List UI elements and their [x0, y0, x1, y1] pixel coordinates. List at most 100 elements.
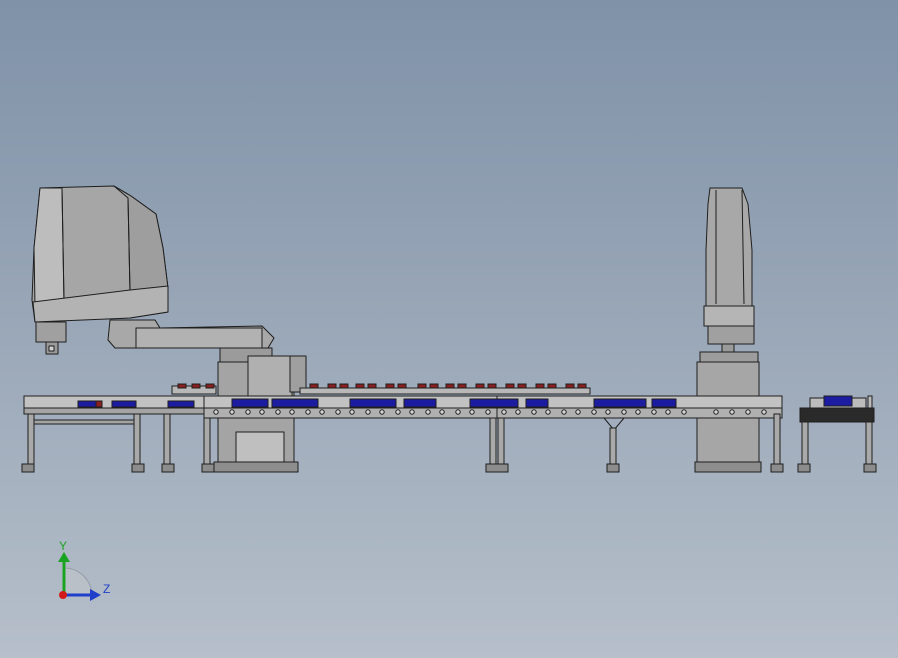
- z-axis-arrowhead: [90, 589, 101, 601]
- workpiece: [339, 383, 349, 389]
- conveyor-foot: [161, 463, 175, 473]
- conveyor-cross-bar: [29, 419, 139, 425]
- bolt-hole: [575, 409, 581, 415]
- bolt-hole: [591, 409, 597, 415]
- bolt-hole: [409, 409, 415, 415]
- workpiece: [525, 398, 549, 408]
- robot-end-effector-bolt: [48, 345, 55, 352]
- workpiece: [177, 383, 187, 389]
- workpiece: [77, 400, 97, 408]
- robot-shoulder-joint: [699, 351, 759, 363]
- workpiece: [397, 383, 407, 389]
- conveyor-foot: [485, 463, 509, 473]
- bolt-hole: [545, 409, 551, 415]
- conveyor-leg: [865, 421, 873, 465]
- bolt-hole: [485, 409, 491, 415]
- bolt-hole: [681, 409, 687, 415]
- bolt-hole: [651, 409, 657, 415]
- conveyor-leg: [497, 417, 505, 465]
- workpiece: [205, 383, 215, 389]
- workpiece: [111, 400, 137, 408]
- workpiece: [349, 398, 397, 408]
- y-axis-label: Y: [59, 539, 67, 553]
- workpiece: [95, 400, 103, 408]
- bolt-hole: [229, 409, 235, 415]
- workpiece: [517, 383, 527, 389]
- workpiece: [403, 398, 437, 408]
- triad-plane-arc: [63, 567, 93, 596]
- conveyor-foot: [863, 463, 877, 473]
- workpiece: [547, 383, 557, 389]
- workpiece: [355, 383, 365, 389]
- coordinate-triad: Y Z: [58, 539, 110, 601]
- tray-workpieces: [309, 383, 587, 389]
- triad-origin: [59, 591, 67, 599]
- bolt-hole: [319, 409, 325, 415]
- z-axis-label: Z: [103, 582, 110, 596]
- scara-robot-right[interactable]: [694, 187, 762, 473]
- y-axis-arrowhead: [58, 552, 70, 562]
- bolt-hole: [305, 409, 311, 415]
- workpiece: [367, 383, 377, 389]
- conveyor-foot: [770, 463, 784, 473]
- bolt-hole: [379, 409, 385, 415]
- bolt-hole: [605, 409, 611, 415]
- workpiece: [309, 383, 319, 389]
- bolt-hole: [469, 409, 475, 415]
- conveyor-foot: [21, 463, 35, 473]
- bolt-hole: [349, 409, 355, 415]
- parts-tray-rail: [299, 387, 591, 395]
- conveyor-leg: [609, 427, 617, 465]
- small-conveyor-belt: [799, 407, 875, 423]
- bolt-hole: [455, 409, 461, 415]
- bolt-hole: [213, 409, 219, 415]
- workpiece: [417, 383, 427, 389]
- bolt-hole: [531, 409, 537, 415]
- cad-viewport[interactable]: Y Z: [0, 0, 898, 658]
- robot-head-side: [33, 187, 65, 307]
- bolt-hole: [761, 409, 767, 415]
- bolt-hole: [335, 409, 341, 415]
- workpiece: [191, 383, 201, 389]
- bolt-hole: [665, 409, 671, 415]
- robot-arm-link-face: [135, 327, 263, 349]
- conveyor-leg: [163, 413, 171, 465]
- robot-zaxis-column: [35, 321, 67, 343]
- conveyor-leg: [203, 413, 211, 465]
- small-conveyor-stop: [867, 395, 873, 409]
- workpiece: [167, 400, 195, 408]
- bolt-hole: [289, 409, 295, 415]
- conveyor-foot: [797, 463, 811, 473]
- robot-base-cable-box: [289, 355, 307, 393]
- small-conveyor[interactable]: [797, 395, 877, 473]
- robot-base-junction-box: [247, 355, 293, 397]
- robot-base-window: [235, 431, 285, 463]
- bolt-hole: [561, 409, 567, 415]
- workpiece: [445, 383, 455, 389]
- workpiece: [651, 398, 677, 408]
- bolt-hole: [621, 409, 627, 415]
- workpiece: [385, 383, 395, 389]
- workpiece: [823, 395, 853, 407]
- workpiece: [327, 383, 337, 389]
- conveyor-left[interactable]: [21, 383, 217, 473]
- workpiece: [577, 383, 587, 389]
- robot-head-base-band: [703, 305, 755, 327]
- bolt-hole: [275, 409, 281, 415]
- bolt-hole: [259, 409, 265, 415]
- bolt-hole: [729, 409, 735, 415]
- bolt-hole: [713, 409, 719, 415]
- conveyor-foot: [131, 463, 145, 473]
- conveyor-leg: [773, 413, 781, 465]
- workpiece: [593, 398, 647, 408]
- robot-head-housing: [705, 187, 753, 307]
- bolt-hole: [439, 409, 445, 415]
- workpiece: [469, 398, 519, 408]
- bolt-hole: [635, 409, 641, 415]
- workpiece: [535, 383, 545, 389]
- conveyor-foot: [606, 463, 620, 473]
- conveyor-foot: [201, 463, 215, 473]
- bolt-hole: [425, 409, 431, 415]
- conveyor-leg: [27, 413, 35, 465]
- conveyor-side-frame: [23, 407, 215, 415]
